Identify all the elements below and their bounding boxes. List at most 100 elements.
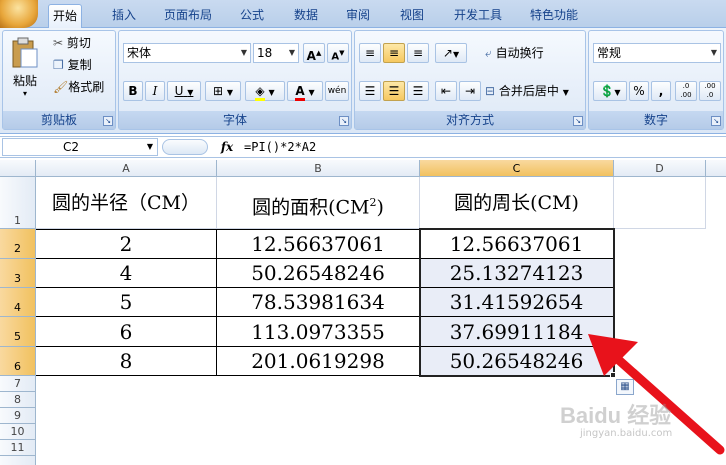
row-header-8[interactable]: 8 xyxy=(0,392,36,408)
tab-data[interactable]: 数据 xyxy=(290,4,322,28)
chevron-down-icon: ▼ xyxy=(240,48,247,57)
cell-c2[interactable]: 12.56637061 xyxy=(420,229,614,259)
align-bottom-button[interactable]: ≡ xyxy=(407,43,429,63)
row-header-9[interactable]: 9 xyxy=(0,408,36,424)
borders-button[interactable]: ⊞ ▼ xyxy=(205,81,241,101)
decrease-indent-button[interactable]: ⇤ xyxy=(435,81,457,101)
increase-decimal-button[interactable]: .0 .00 xyxy=(675,81,697,101)
cell-a1[interactable]: 圆的半径（CM） xyxy=(36,177,217,229)
cell-b4[interactable]: 78.53981634 xyxy=(217,288,420,317)
decrease-decimal-button[interactable]: .00 .0 xyxy=(699,81,721,101)
align-left-button[interactable]: ☰ xyxy=(359,81,381,101)
tab-insert[interactable]: 插入 xyxy=(108,4,140,28)
align-center-button[interactable]: ☰ xyxy=(383,81,405,101)
row-header-3[interactable]: 3 xyxy=(0,259,36,288)
tab-review[interactable]: 审阅 xyxy=(342,4,374,28)
column-header-a[interactable]: A xyxy=(36,160,217,177)
clipboard-dialog-launcher[interactable]: ↘ xyxy=(103,116,113,126)
cell-a5[interactable]: 6 xyxy=(36,317,217,347)
cell-b6[interactable]: 201.0619298 xyxy=(217,347,420,376)
cell-a6[interactable]: 8 xyxy=(36,347,217,376)
comma-button[interactable]: , xyxy=(651,81,671,101)
paint-bucket-icon: ◈ xyxy=(255,84,265,101)
cell-a2[interactable]: 2 xyxy=(36,229,217,259)
font-group: 宋体 ▼ 18 ▼ A▲ A▼ B I U ▼ ⊞ ▼ ◈ ▼ A ▼ wén 字体… xyxy=(118,30,352,130)
column-header-c[interactable]: C xyxy=(420,160,614,177)
cell-c3[interactable]: 25.13274123 xyxy=(420,259,614,288)
percent-button[interactable]: % xyxy=(629,81,649,101)
font-name-combo[interactable]: 宋体 ▼ xyxy=(123,43,251,63)
format-painter-button[interactable]: 🖌格式刷 xyxy=(53,77,104,97)
decrease-indent-icon: ⇤ xyxy=(440,84,452,98)
clipboard-label: 剪贴板 xyxy=(3,111,115,129)
row-header-10[interactable]: 10 xyxy=(0,424,36,440)
formula-bar-resize-handle[interactable] xyxy=(162,139,208,155)
cell-b3[interactable]: 50.26548246 xyxy=(217,259,420,288)
office-button[interactable] xyxy=(0,0,38,28)
row-header-11[interactable]: 11 xyxy=(0,440,36,456)
cell-c1[interactable]: 圆的周长(CM) xyxy=(420,177,614,229)
font-size-combo[interactable]: 18 ▼ xyxy=(253,43,299,63)
baidu-watermark: Baidu 经验 xyxy=(560,403,672,428)
phonetic-button[interactable]: wén xyxy=(325,81,349,101)
row-header-12[interactable] xyxy=(0,456,36,465)
cell-a4[interactable]: 5 xyxy=(36,288,217,317)
ribbon: 粘贴 ▾ ✂ 剪切 ❐ 复制 🖌格式刷 剪贴板 ↘ 宋体 ▼ 18 ▼ A▲ A▼ … xyxy=(0,28,726,134)
tab-view[interactable]: 视图 xyxy=(396,4,428,28)
tab-home[interactable]: 开始 xyxy=(48,4,83,28)
cell-a3[interactable]: 4 xyxy=(36,259,217,288)
alignment-dialog-launcher[interactable]: ↘ xyxy=(573,116,583,126)
align-left-icon: ☰ xyxy=(364,84,376,98)
align-top-button[interactable]: ≡ xyxy=(359,43,381,63)
row-header-1[interactable]: 1 xyxy=(0,177,36,229)
orientation-button[interactable]: ↗▼ xyxy=(435,43,467,63)
number-format-combo[interactable]: 常规 ▼ xyxy=(593,43,721,63)
number-dialog-launcher[interactable]: ↘ xyxy=(711,116,721,126)
number-label: 数字 xyxy=(589,111,723,129)
row-header-7[interactable]: 7 xyxy=(0,376,36,392)
merge-center-button[interactable]: ⊟ 合并后居中 ▼ xyxy=(485,81,569,101)
accounting-format-button[interactable]: 💲▼ xyxy=(593,81,627,101)
cell-d1[interactable] xyxy=(614,177,706,229)
tab-developer[interactable]: 开发工具 xyxy=(450,4,506,28)
cut-button[interactable]: ✂ 剪切 xyxy=(53,33,91,53)
italic-button[interactable]: I xyxy=(145,81,165,101)
column-header-e[interactable] xyxy=(706,160,726,177)
align-middle-button[interactable]: ≡ xyxy=(383,43,405,63)
tab-page-layout[interactable]: 页面布局 xyxy=(160,4,216,28)
currency-icon: 💲 xyxy=(599,84,615,98)
bold-button[interactable]: B xyxy=(123,81,143,101)
cell-b5[interactable]: 113.0973355 xyxy=(217,317,420,347)
fill-color-button[interactable]: ◈ ▼ xyxy=(245,81,285,101)
row-header-6[interactable]: 6 xyxy=(0,347,36,376)
increase-indent-button[interactable]: ⇥ xyxy=(459,81,481,101)
shrink-font-button[interactable]: A▼ xyxy=(327,43,349,63)
font-color-button[interactable]: A ▼ xyxy=(287,81,323,101)
copy-button[interactable]: ❐ 复制 xyxy=(53,55,92,75)
row-header-2[interactable]: 2 xyxy=(0,229,36,259)
align-right-button[interactable]: ☰ xyxy=(407,81,429,101)
table-rule-4 xyxy=(36,316,614,317)
cell-b2[interactable]: 12.56637061 xyxy=(217,229,420,259)
formula-input[interactable]: =PI()*2*A2 xyxy=(244,138,316,156)
name-box[interactable]: C2 ▼ xyxy=(2,138,158,156)
grow-font-button[interactable]: A▲ xyxy=(303,43,325,63)
row-header-4[interactable]: 4 xyxy=(0,288,36,317)
tab-formulas[interactable]: 公式 xyxy=(236,4,268,28)
font-dialog-launcher[interactable]: ↘ xyxy=(339,116,349,126)
paste-button[interactable]: 粘贴 ▾ xyxy=(9,37,41,98)
column-header-b[interactable]: B xyxy=(217,160,420,177)
ribbon-tab-bar: 开始 插入 页面布局 公式 数据 审阅 视图 开发工具 特色功能 xyxy=(0,0,726,28)
row-header-5[interactable]: 5 xyxy=(0,317,36,347)
select-all-corner[interactable] xyxy=(0,160,36,177)
cell-b1[interactable]: 圆的面积(CM2) xyxy=(217,177,420,229)
borders-icon: ⊞ xyxy=(212,84,224,98)
tab-special[interactable]: 特色功能 xyxy=(526,4,582,28)
cell-c4[interactable]: 31.41592654 xyxy=(420,288,614,317)
underline-button[interactable]: U ▼ xyxy=(167,81,201,101)
copy-icon: ❐ xyxy=(53,58,64,72)
wrap-text-button[interactable]: ⤶ 自动换行 xyxy=(485,43,544,63)
insert-function-button[interactable]: fx xyxy=(214,138,240,156)
column-header-d[interactable]: D xyxy=(614,160,706,177)
alignment-label: 对齐方式 xyxy=(355,111,585,129)
